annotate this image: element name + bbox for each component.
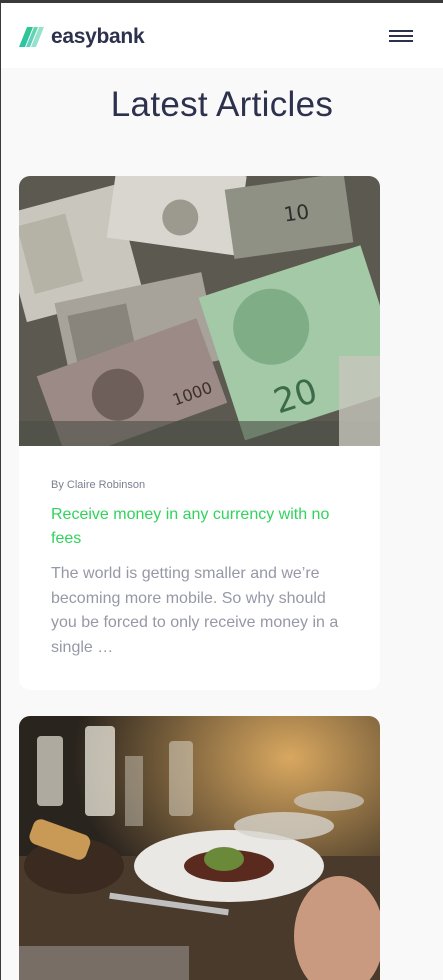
- article-card[interactable]: [19, 716, 380, 980]
- site-header: easybank: [1, 3, 443, 68]
- card-body: By Claire Robinson Receive money in any …: [19, 446, 380, 660]
- article-title-link[interactable]: Receive money in any currency with no fe…: [51, 503, 348, 551]
- hamburger-menu-icon[interactable]: [389, 30, 413, 43]
- article-excerpt: The world is getting smaller and we’re b…: [51, 565, 339, 656]
- article-card[interactable]: 10 20 1000 By Claire Robinson Receive mo…: [19, 176, 380, 690]
- restaurant-dinner-photo[interactable]: [19, 716, 380, 980]
- currency-banknotes-photo[interactable]: 10 20 1000: [19, 176, 380, 446]
- article-author: By Claire Robinson: [51, 479, 146, 491]
- section-title: Latest Articles: [110, 85, 334, 124]
- svg-text:10: 10: [282, 199, 311, 226]
- easybank-logo-icon: [19, 27, 44, 47]
- brand-name: easybank: [51, 25, 145, 48]
- logo[interactable]: easybank: [19, 25, 145, 48]
